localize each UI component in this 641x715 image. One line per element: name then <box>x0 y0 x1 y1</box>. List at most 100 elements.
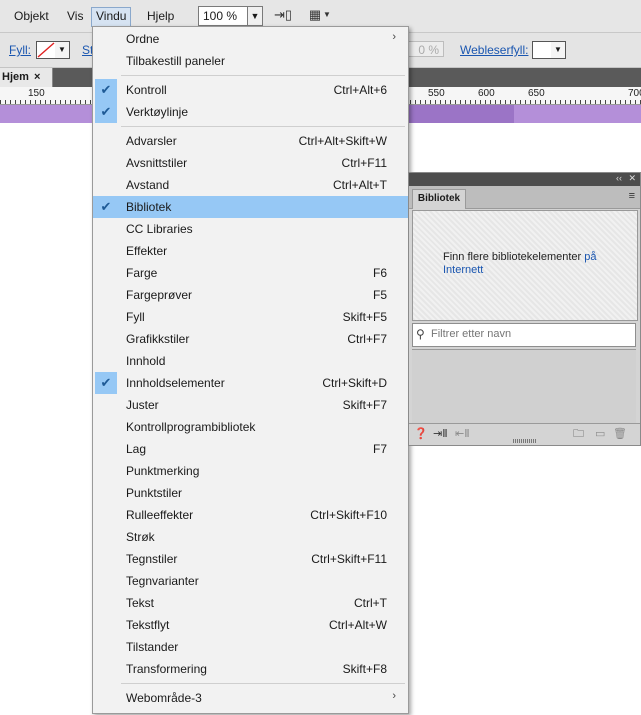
menu-item-punktmerking[interactable]: Punktmerking <box>93 460 408 482</box>
menu-item-label: Fyll <box>126 310 145 324</box>
menu-hjelp[interactable]: Hjelp <box>143 7 178 25</box>
menu-item-innholdselementer[interactable]: ✔ Innholdselementer Ctrl+Skift+D <box>93 372 408 394</box>
ruler-tick <box>5 100 6 104</box>
menu-item-fargeprover[interactable]: Fargeprøver F5 <box>93 284 408 306</box>
trash-icon[interactable]: 🗑 <box>613 426 627 442</box>
ruler-tick <box>85 100 86 104</box>
menu-item-webomrade-3[interactable]: Webområde-3 › <box>93 687 408 709</box>
chevron-down-icon[interactable]: ▼ <box>247 7 262 25</box>
menu-item-farge[interactable]: Farge F6 <box>93 262 408 284</box>
menu-item-avstand[interactable]: Avstand Ctrl+Alt+T <box>93 174 408 196</box>
zoom-select[interactable]: 100 % ▼ <box>198 6 263 26</box>
import-icon[interactable]: ⇥Ⅱ <box>433 426 448 442</box>
chevron-down-icon[interactable]: ▼ <box>551 41 566 59</box>
ruler-tick <box>425 100 426 104</box>
menu-item-tilbakestill-paneler[interactable]: Tilbakestill paneler <box>93 50 408 72</box>
menu-item-cc-libraries[interactable]: CC Libraries <box>93 218 408 240</box>
ruler-tick <box>10 100 11 104</box>
menu-item-shortcut: Ctrl+T <box>354 596 387 610</box>
menu-item-label: Tilstander <box>126 640 179 654</box>
menu-item-transformering[interactable]: Transformering Skift+F8 <box>93 658 408 680</box>
menu-item-verktoylinje[interactable]: ✔ Verktøylinje <box>93 101 408 123</box>
menu-item-punktstiler[interactable]: Punktstiler <box>93 482 408 504</box>
menu-item-grafikkstiler[interactable]: Grafikkstiler Ctrl+F7 <box>93 328 408 350</box>
menu-item-label: Transformering <box>126 662 207 676</box>
chevron-down-icon[interactable]: ▼ <box>322 7 332 23</box>
filter-field[interactable]: ⚲ <box>412 323 636 347</box>
menu-item-label: Lag <box>126 442 147 456</box>
export-icon[interactable]: ⇤Ⅱ <box>455 426 470 442</box>
ruler-tick <box>610 100 611 104</box>
zoom-value: 100 % <box>203 9 238 23</box>
close-icon[interactable]: ✕ <box>628 173 636 184</box>
menu-separator <box>121 75 405 76</box>
ruler-tick <box>485 100 486 104</box>
ruler-tick <box>590 100 591 104</box>
ruler-tick <box>450 100 451 104</box>
close-icon[interactable]: × <box>34 68 40 87</box>
menu-item-tegnvarianter[interactable]: Tegnvarianter <box>93 570 408 592</box>
checkmark-icon: ✔ <box>95 196 117 218</box>
menu-item-juster[interactable]: Juster Skift+F7 <box>93 394 408 416</box>
fill-label[interactable]: Fyll: <box>9 43 31 57</box>
menu-item-label: Tegnvarianter <box>126 574 199 588</box>
menu-item-avsnittstiler[interactable]: Avsnittstiler Ctrl+F11 <box>93 152 408 174</box>
ruler-tick <box>435 100 436 104</box>
menu-item-rulleeffekter[interactable]: Rulleeffekter Ctrl+Skift+F10 <box>93 504 408 526</box>
menu-item-lag[interactable]: Lag F7 <box>93 438 408 460</box>
collapse-panel-icon[interactable]: ‹‹ <box>616 173 622 183</box>
menu-item-tekstflyt[interactable]: Tekstflyt Ctrl+Alt+W <box>93 614 408 636</box>
menu-item-shortcut: Ctrl+F7 <box>347 332 387 346</box>
menu-item-kontroll[interactable]: ✔ Kontroll Ctrl+Alt+6 <box>93 79 408 101</box>
menu-item-strok[interactable]: Strøk <box>93 526 408 548</box>
menu-item-ordne[interactable]: Ordne › <box>93 28 408 50</box>
ruler-tick <box>445 100 446 104</box>
menu-item-innhold[interactable]: Innhold <box>93 350 408 372</box>
menu-item-kontrollprogrambibliotek[interactable]: Kontrollprogrambibliotek <box>93 416 408 438</box>
menu-item-advarsler[interactable]: Advarsler Ctrl+Alt+Skift+W <box>93 130 408 152</box>
ruler-tick <box>455 100 456 104</box>
tab-bibliotek[interactable]: Bibliotek <box>412 189 466 209</box>
new-symbol-icon[interactable]: ▭ <box>595 426 605 442</box>
menu-item-shortcut: Skift+F8 <box>342 662 387 676</box>
panel-title-strip[interactable]: ‹‹ ✕ <box>409 173 640 186</box>
menu-item-shortcut: Ctrl+Alt+6 <box>333 83 387 97</box>
ruler-tick <box>535 100 536 104</box>
chevron-down-icon[interactable]: ▼ <box>55 41 70 59</box>
menu-item-tilstander[interactable]: Tilstander <box>93 636 408 658</box>
new-folder-icon[interactable]: 🗀 <box>573 426 584 442</box>
ruler-number: 700 <box>628 88 641 99</box>
checkmark-icon: ✔ <box>95 101 117 123</box>
ruler-tick <box>505 100 506 104</box>
menu-item-bibliotek[interactable]: ✔ Bibliotek <box>93 196 408 218</box>
menu-vindu[interactable]: Vindu <box>91 7 132 27</box>
filter-input[interactable] <box>431 326 629 342</box>
ruler-tick <box>75 100 76 104</box>
library-item-list[interactable] <box>412 349 636 423</box>
menu-item-label: Innhold <box>126 354 166 368</box>
submenu-arrow-icon: › <box>392 690 396 702</box>
menu-item-effekter[interactable]: Effekter <box>93 240 408 262</box>
help-icon[interactable]: ❓ <box>414 426 428 442</box>
menu-item-fyll[interactable]: Fyll Skift+F5 <box>93 306 408 328</box>
ruler-tick <box>530 100 531 104</box>
ruler-tick <box>15 100 16 104</box>
menu-item-tegnstiler[interactable]: Tegnstiler Ctrl+Skift+F11 <box>93 548 408 570</box>
menu-item-label: Ordne <box>126 32 160 46</box>
menu-item-label: Avstand <box>126 178 170 192</box>
browser-fill-label[interactable]: Webleserfyll: <box>460 43 528 57</box>
fill-swatch[interactable] <box>36 41 56 59</box>
menu-item-shortcut: F5 <box>372 288 387 302</box>
menu-item-tekst[interactable]: Tekst Ctrl+T <box>93 592 408 614</box>
menu-item-shortcut: Skift+F7 <box>342 398 387 412</box>
menu-vis[interactable]: Vis <box>63 7 87 25</box>
menu-objekt[interactable]: Objekt <box>10 7 53 25</box>
place-file-icon[interactable]: ⇥▯ <box>273 7 293 23</box>
document-tab[interactable]: Hjem × <box>0 68 53 87</box>
menu-item-shortcut: Skift+F5 <box>342 310 387 324</box>
browser-fill-swatch[interactable] <box>532 41 552 59</box>
ruler-tick <box>550 100 551 104</box>
ruler-tick <box>555 100 556 104</box>
panel-menu-icon[interactable]: ≡ <box>629 190 635 202</box>
panel-resize-grip[interactable] <box>513 439 537 443</box>
